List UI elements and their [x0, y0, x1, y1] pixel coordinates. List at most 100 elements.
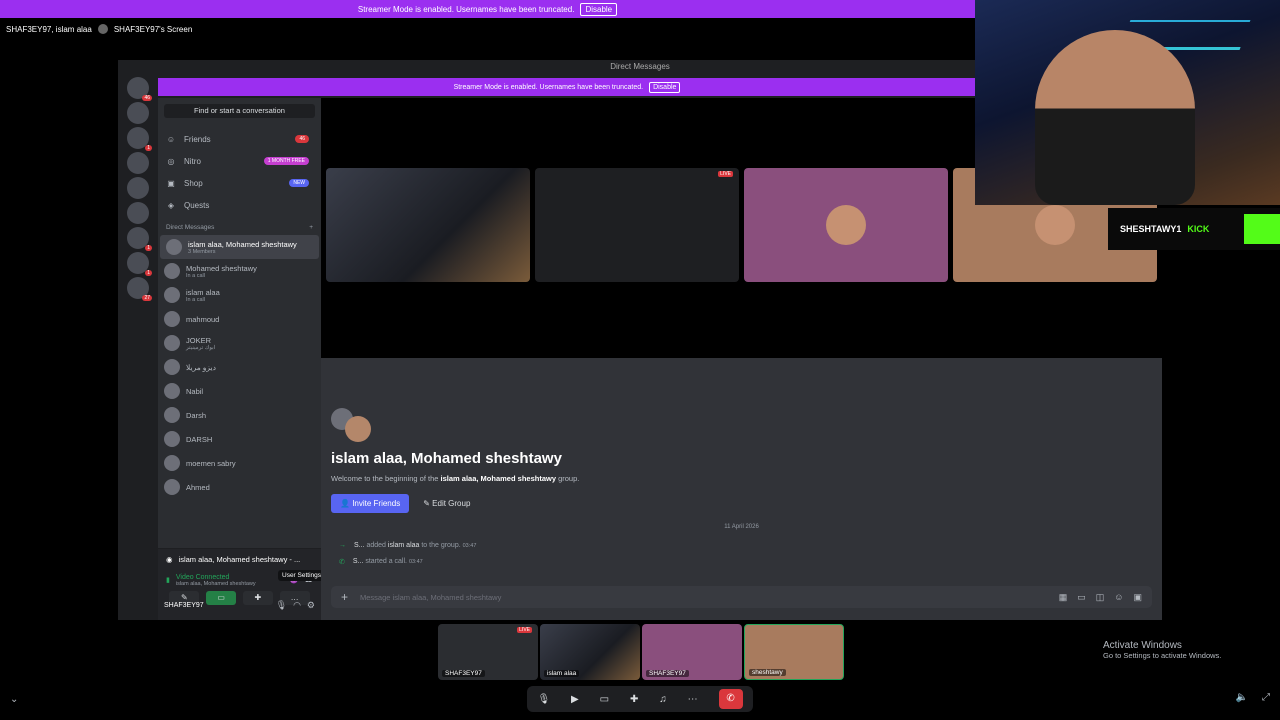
- thumbnail[interactable]: SHAF3EY97: [642, 624, 742, 680]
- mic-icon[interactable]: 🎙: [537, 694, 550, 705]
- dm-subtitle: ابوك ترمينيتر: [186, 344, 216, 351]
- thumbnail[interactable]: islam alaa: [540, 624, 640, 680]
- dm-list: islam alaa, Mohamed sheshtawy 3 Members …: [158, 235, 321, 499]
- video-tile[interactable]: [326, 168, 530, 282]
- dm-name: Darsh: [186, 410, 207, 420]
- screen-share-icon[interactable]: ▭: [600, 694, 609, 705]
- edit-group-button[interactable]: ✎ Edit Group: [417, 494, 476, 513]
- sticker-icon[interactable]: ◫: [1096, 592, 1105, 603]
- chat-actions: 👤 Invite Friends ✎ Edit Group: [331, 494, 476, 513]
- avatar: [164, 359, 180, 375]
- call-participants: SHAF3EY97, islam alaa: [6, 24, 92, 34]
- avatar: [164, 311, 180, 327]
- dm-name: DARSH: [186, 434, 213, 444]
- headphones-icon[interactable]: ◠: [293, 600, 301, 611]
- dm-search-input[interactable]: Find or start a conversation: [164, 104, 315, 118]
- dm-item[interactable]: moemen sabry: [158, 451, 321, 475]
- avatar: [166, 239, 182, 255]
- participant-tile[interactable]: [744, 168, 948, 282]
- dm-item[interactable]: Ahmed: [158, 475, 321, 499]
- chevron-down-icon[interactable]: ⌄: [10, 694, 18, 705]
- attach-icon[interactable]: +: [341, 590, 348, 604]
- kick-logo-icon: [1244, 214, 1280, 244]
- dm-item[interactable]: JOKER ابوك ترمينيتر: [158, 331, 321, 355]
- emoji-icon[interactable]: ☺: [1114, 592, 1123, 603]
- nav-item-friends[interactable]: ☺ Friends 46: [166, 128, 313, 150]
- friends-icon: ☺: [166, 134, 176, 144]
- gift-icon[interactable]: ▦: [1059, 592, 1068, 603]
- dm-name: ديزو مريلا: [186, 362, 216, 372]
- disconnect-button[interactable]: ✆: [718, 689, 743, 709]
- signal-icon: ▮: [166, 577, 170, 584]
- add-dm-icon[interactable]: +: [309, 224, 313, 231]
- system-message: ✆ S... started a call. 03:47: [339, 558, 423, 566]
- more-icon[interactable]: ⋯: [688, 694, 698, 705]
- avatar: [164, 335, 180, 351]
- streamer-mode-text: Streamer Mode is enabled. Usernames have…: [357, 4, 575, 14]
- nav-item-quests[interactable]: ◈ Quests: [166, 194, 313, 216]
- avatar: [164, 407, 180, 423]
- dm-item[interactable]: ديزو مريلا: [158, 355, 321, 379]
- disable-streamer-mode-button[interactable]: Disable: [580, 2, 618, 16]
- call-title: SHAF3EY97, islam alaa SHAF3EY97's Screen: [6, 24, 192, 34]
- nav-item-shop[interactable]: ▣ Shop NEW: [166, 172, 313, 194]
- chat-title: islam alaa, Mohamed sheshtawy: [331, 450, 562, 467]
- server-icon[interactable]: [127, 177, 149, 199]
- corner-controls: 🔈 ⤢: [1236, 692, 1270, 703]
- gear-icon[interactable]: ⚙: [307, 600, 315, 611]
- dm-item[interactable]: mahmoud: [158, 307, 321, 331]
- nav-item-label: Friends: [184, 134, 211, 144]
- invite-friends-button[interactable]: 👤 Invite Friends: [331, 494, 410, 513]
- streamer-image: [1035, 30, 1195, 205]
- quests-icon: ◈: [167, 200, 175, 210]
- apps-icon[interactable]: ▣: [1133, 592, 1142, 603]
- mic-icon[interactable]: 🎙: [276, 600, 287, 611]
- dm-item[interactable]: Mohamed sheshtawy In a call: [158, 259, 321, 283]
- call-name: islam alaa, Mohamed sheshtawy - ...: [178, 554, 301, 564]
- dm-heading: Direct Messages +: [158, 220, 321, 235]
- kick-overlay: SHESHTAWY1 KICK: [1108, 208, 1280, 250]
- voice-status: Video Connected: [175, 573, 230, 581]
- server-icon[interactable]: [127, 152, 149, 174]
- activities-icon[interactable]: ✚: [630, 694, 638, 705]
- inner-banner-text: Streamer Mode is enabled. Usernames have…: [453, 83, 644, 91]
- server-icon[interactable]: 46: [127, 77, 152, 101]
- server-icon[interactable]: [127, 102, 149, 124]
- nav-item-label: Quests: [184, 200, 210, 210]
- nav-item-label: Shop: [184, 178, 203, 188]
- volume-icon[interactable]: 🔈: [1236, 692, 1248, 703]
- server-badge: 1: [145, 145, 152, 151]
- server-badge: 27: [142, 295, 152, 301]
- server-icon[interactable]: 1: [127, 227, 152, 251]
- dm-name: Mohamed sheshtawy: [186, 263, 257, 273]
- fullscreen-icon[interactable]: ⤢: [1262, 692, 1270, 703]
- server-icon[interactable]: 1: [127, 127, 152, 151]
- server-badge: 1: [145, 245, 152, 251]
- server-badge: 46: [142, 95, 152, 101]
- gif-icon[interactable]: ▭: [1077, 592, 1086, 603]
- streamer-mode-banner: Streamer Mode is enabled. Usernames have…: [0, 0, 975, 18]
- thumbnail[interactable]: sheshtawy: [744, 624, 844, 680]
- dm-item[interactable]: Nabil: [158, 379, 321, 403]
- nav-pill: 1 MONTH FREE: [263, 157, 309, 165]
- dm-item[interactable]: islam alaa, Mohamed sheshtawy 3 Members: [160, 235, 319, 259]
- server-icon[interactable]: 27: [127, 277, 152, 301]
- server-icon[interactable]: 1: [127, 252, 152, 276]
- dm-item[interactable]: islam alaa In a call: [158, 283, 321, 307]
- server-icon[interactable]: [127, 202, 149, 224]
- webcam-overlay: [975, 0, 1280, 205]
- call-name-row[interactable]: ◉ islam alaa, Mohamed sheshtawy - ...: [158, 549, 321, 569]
- user-name[interactable]: SHAF3EY97: [164, 602, 204, 609]
- nav-item-nitro[interactable]: ◎ Nitro 1 MONTH FREE: [166, 150, 313, 172]
- dm-item[interactable]: DARSH: [158, 427, 321, 451]
- avatar: [164, 455, 180, 471]
- screen-share-tile[interactable]: LIVE: [535, 168, 739, 282]
- inner-disable-button[interactable]: Disable: [649, 81, 681, 93]
- kick-username: SHESHTAWY1: [1120, 224, 1182, 234]
- camera-icon[interactable]: ▶: [571, 694, 579, 705]
- message-input[interactable]: + Message islam alaa, Mohamed sheshtawy …: [331, 586, 1152, 608]
- thumbnail[interactable]: LIVE SHAF3EY97: [438, 624, 538, 680]
- soundboard-icon[interactable]: ♫: [659, 694, 667, 705]
- live-badge: LIVE: [718, 171, 733, 177]
- dm-item[interactable]: Darsh: [158, 403, 321, 427]
